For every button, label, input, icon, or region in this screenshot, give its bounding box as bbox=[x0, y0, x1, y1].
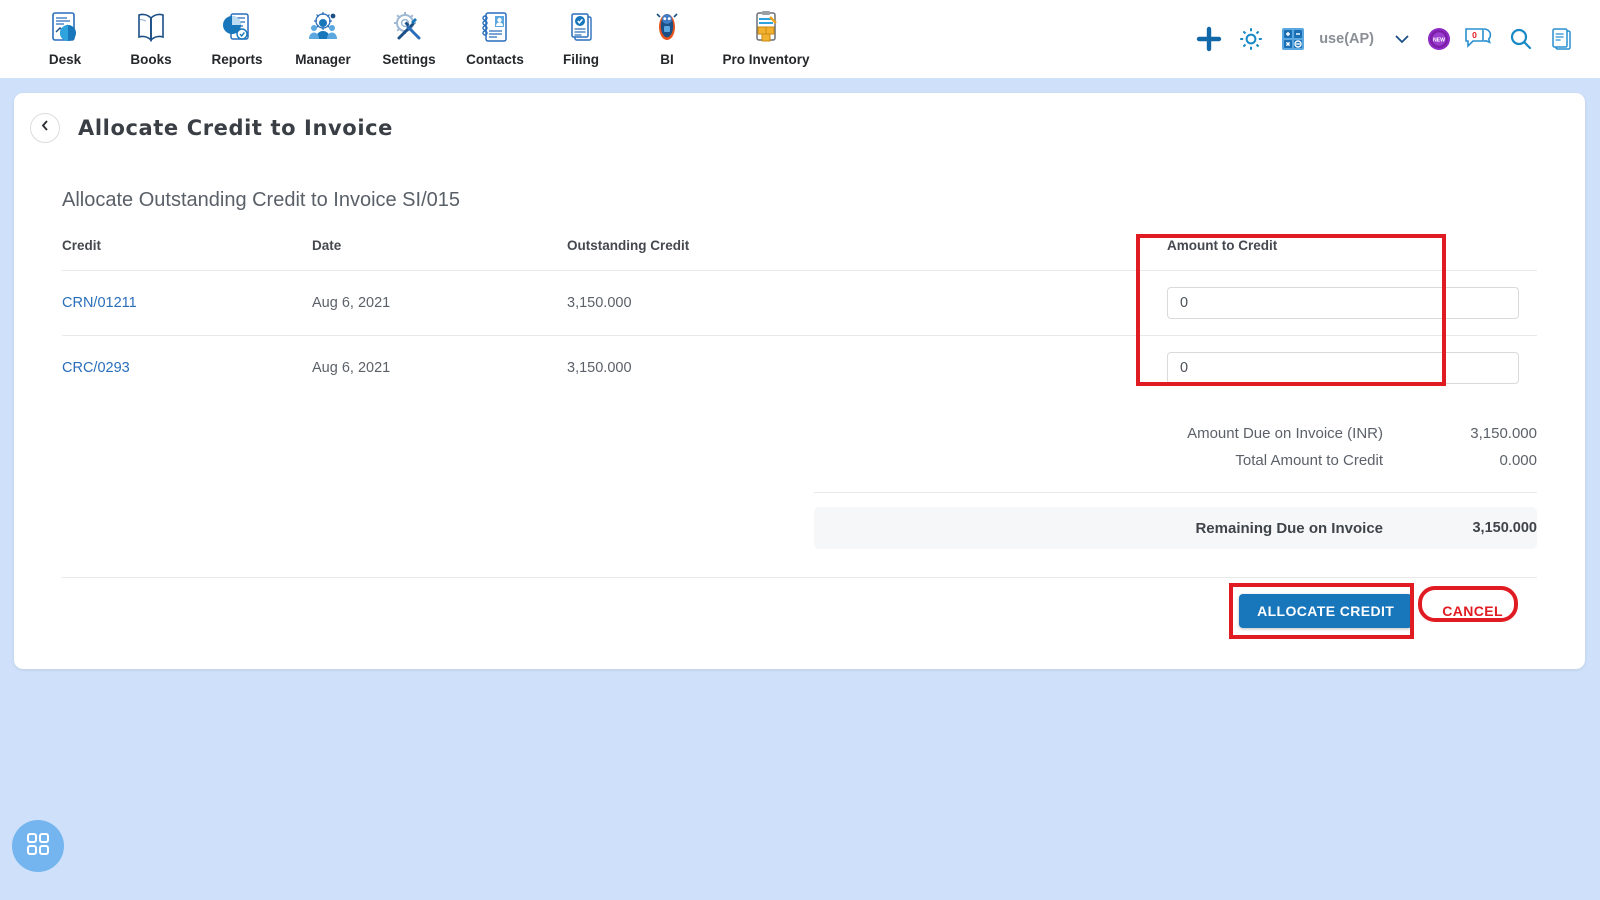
remaining-due-value: 3,150.000 bbox=[1472, 520, 1537, 536]
nav-item-manager[interactable]: Manager bbox=[280, 0, 366, 67]
nav-item-books[interactable]: Books bbox=[108, 0, 194, 67]
credits-table: Credit Date Outstanding Credit Amount to… bbox=[62, 238, 1537, 400]
cell-amount-to-credit bbox=[1167, 270, 1537, 336]
cell-credit: CRN/01211 bbox=[62, 270, 312, 336]
amount-to-credit-input[interactable] bbox=[1167, 287, 1519, 319]
nav-label-contacts: Contacts bbox=[466, 52, 524, 67]
pro-inventory-icon bbox=[746, 6, 786, 50]
credit-link[interactable]: CRC/0293 bbox=[62, 360, 130, 376]
section-subtitle: Allocate Outstanding Credit to Invoice S… bbox=[62, 189, 461, 211]
new-badge-icon[interactable]: NEW bbox=[1420, 26, 1458, 52]
allocate-credit-button[interactable]: ALLOCATE CREDIT bbox=[1239, 594, 1413, 628]
action-buttons: ALLOCATE CREDIT CANCEL bbox=[62, 578, 1537, 628]
manager-icon bbox=[303, 6, 343, 50]
nav-label-bi: BI bbox=[660, 52, 674, 67]
cell-date: Aug 6, 2021 bbox=[312, 335, 567, 400]
nav-label-manager: Manager bbox=[295, 52, 351, 67]
total-credit-value: 0.000 bbox=[1499, 452, 1537, 469]
nav-item-settings[interactable]: Settings bbox=[366, 0, 452, 67]
nav-item-contacts[interactable]: Contacts bbox=[452, 0, 538, 67]
gear-icon[interactable] bbox=[1229, 25, 1273, 53]
svg-text:0: 0 bbox=[1472, 30, 1477, 40]
credit-link[interactable]: CRN/01211 bbox=[62, 295, 137, 311]
column-header-credit: Credit bbox=[62, 238, 102, 253]
cell-credit: CRC/0293 bbox=[62, 335, 312, 400]
nav-label-desk: Desk bbox=[48, 52, 82, 67]
filing-icon bbox=[561, 6, 601, 50]
total-credit-row: Total Amount to Credit 0.000 bbox=[62, 447, 1537, 474]
amount-due-label: Amount Due on Invoice (INR) bbox=[1187, 425, 1383, 442]
chevron-left-icon bbox=[39, 119, 52, 137]
top-right-actions: use(AP) NEW 0 bbox=[1189, 0, 1582, 78]
table-row: CRC/0293 Aug 6, 2021 3,150.000 bbox=[62, 335, 1537, 400]
card-body: Allocate Outstanding Credit to Invoice S… bbox=[14, 189, 1585, 628]
amount-to-credit-input[interactable] bbox=[1167, 352, 1519, 384]
calculator-icon[interactable] bbox=[1273, 26, 1313, 52]
apps-launcher-button[interactable] bbox=[12, 820, 64, 872]
nav-label-pro-inventory: Pro Inventory bbox=[722, 52, 810, 67]
card-header: Allocate Credit to Invoice bbox=[14, 93, 1585, 143]
settings-icon bbox=[389, 6, 429, 50]
grid-apps-icon bbox=[25, 831, 51, 862]
amount-due-value: 3,150.000 bbox=[1470, 425, 1537, 442]
nav-item-pro-inventory[interactable]: Pro Inventory bbox=[710, 0, 822, 67]
organization-name[interactable]: use(AP) bbox=[1319, 31, 1374, 47]
desk-icon bbox=[45, 6, 85, 50]
document-icon[interactable] bbox=[1542, 26, 1582, 52]
page-title: Allocate Credit to Invoice bbox=[78, 116, 394, 140]
search-icon[interactable] bbox=[1500, 26, 1542, 52]
contacts-icon bbox=[475, 6, 515, 50]
bi-icon bbox=[647, 6, 687, 50]
cancel-button[interactable]: CANCEL bbox=[1430, 594, 1515, 628]
table-row: CRN/01211 Aug 6, 2021 3,150.000 bbox=[62, 270, 1537, 336]
nav-label-books: Books bbox=[130, 52, 172, 67]
nav-item-bi[interactable]: BI bbox=[624, 0, 710, 67]
back-button[interactable] bbox=[30, 113, 60, 143]
cell-outstanding-credit: 3,150.000 bbox=[567, 335, 1167, 400]
books-icon bbox=[131, 6, 171, 50]
app-module-nav: Desk Books Reports Manager Settings Cont… bbox=[0, 0, 822, 67]
remaining-due-label: Remaining Due on Invoice bbox=[1195, 519, 1383, 537]
reports-icon bbox=[217, 6, 257, 50]
nav-label-filing: Filing bbox=[563, 52, 599, 67]
cell-date: Aug 6, 2021 bbox=[312, 270, 567, 336]
column-header-amount-to-credit: Amount to Credit bbox=[1167, 238, 1278, 253]
cell-amount-to-credit bbox=[1167, 335, 1537, 400]
plus-icon[interactable] bbox=[1189, 26, 1229, 52]
cell-outstanding-credit: 3,150.000 bbox=[567, 270, 1167, 336]
top-navigation-bar: Desk Books Reports Manager Settings Cont… bbox=[0, 0, 1600, 78]
chevron-down-icon[interactable] bbox=[1384, 29, 1420, 49]
nav-item-filing[interactable]: Filing bbox=[538, 0, 624, 67]
chat-bubble-icon[interactable]: 0 bbox=[1458, 26, 1500, 52]
table-header-row: Credit Date Outstanding Credit Amount to… bbox=[62, 238, 1537, 271]
remaining-due-row: Remaining Due on Invoice 3,150.000 bbox=[814, 507, 1537, 549]
svg-text:NEW: NEW bbox=[1433, 37, 1445, 43]
allocate-credit-card: Allocate Credit to Invoice Allocate Outs… bbox=[14, 93, 1585, 669]
column-header-date: Date bbox=[312, 238, 342, 253]
nav-item-reports[interactable]: Reports bbox=[194, 0, 280, 67]
nav-label-settings: Settings bbox=[382, 52, 436, 67]
totals-section: Amount Due on Invoice (INR) 3,150.000 To… bbox=[62, 420, 1537, 549]
column-header-outstanding-credit: Outstanding Credit bbox=[567, 238, 690, 253]
totals-divider bbox=[814, 492, 1537, 493]
nav-item-desk[interactable]: Desk bbox=[22, 0, 108, 67]
total-credit-label: Total Amount to Credit bbox=[1235, 452, 1383, 469]
nav-label-reports: Reports bbox=[211, 52, 263, 67]
amount-due-row: Amount Due on Invoice (INR) 3,150.000 bbox=[62, 420, 1537, 447]
